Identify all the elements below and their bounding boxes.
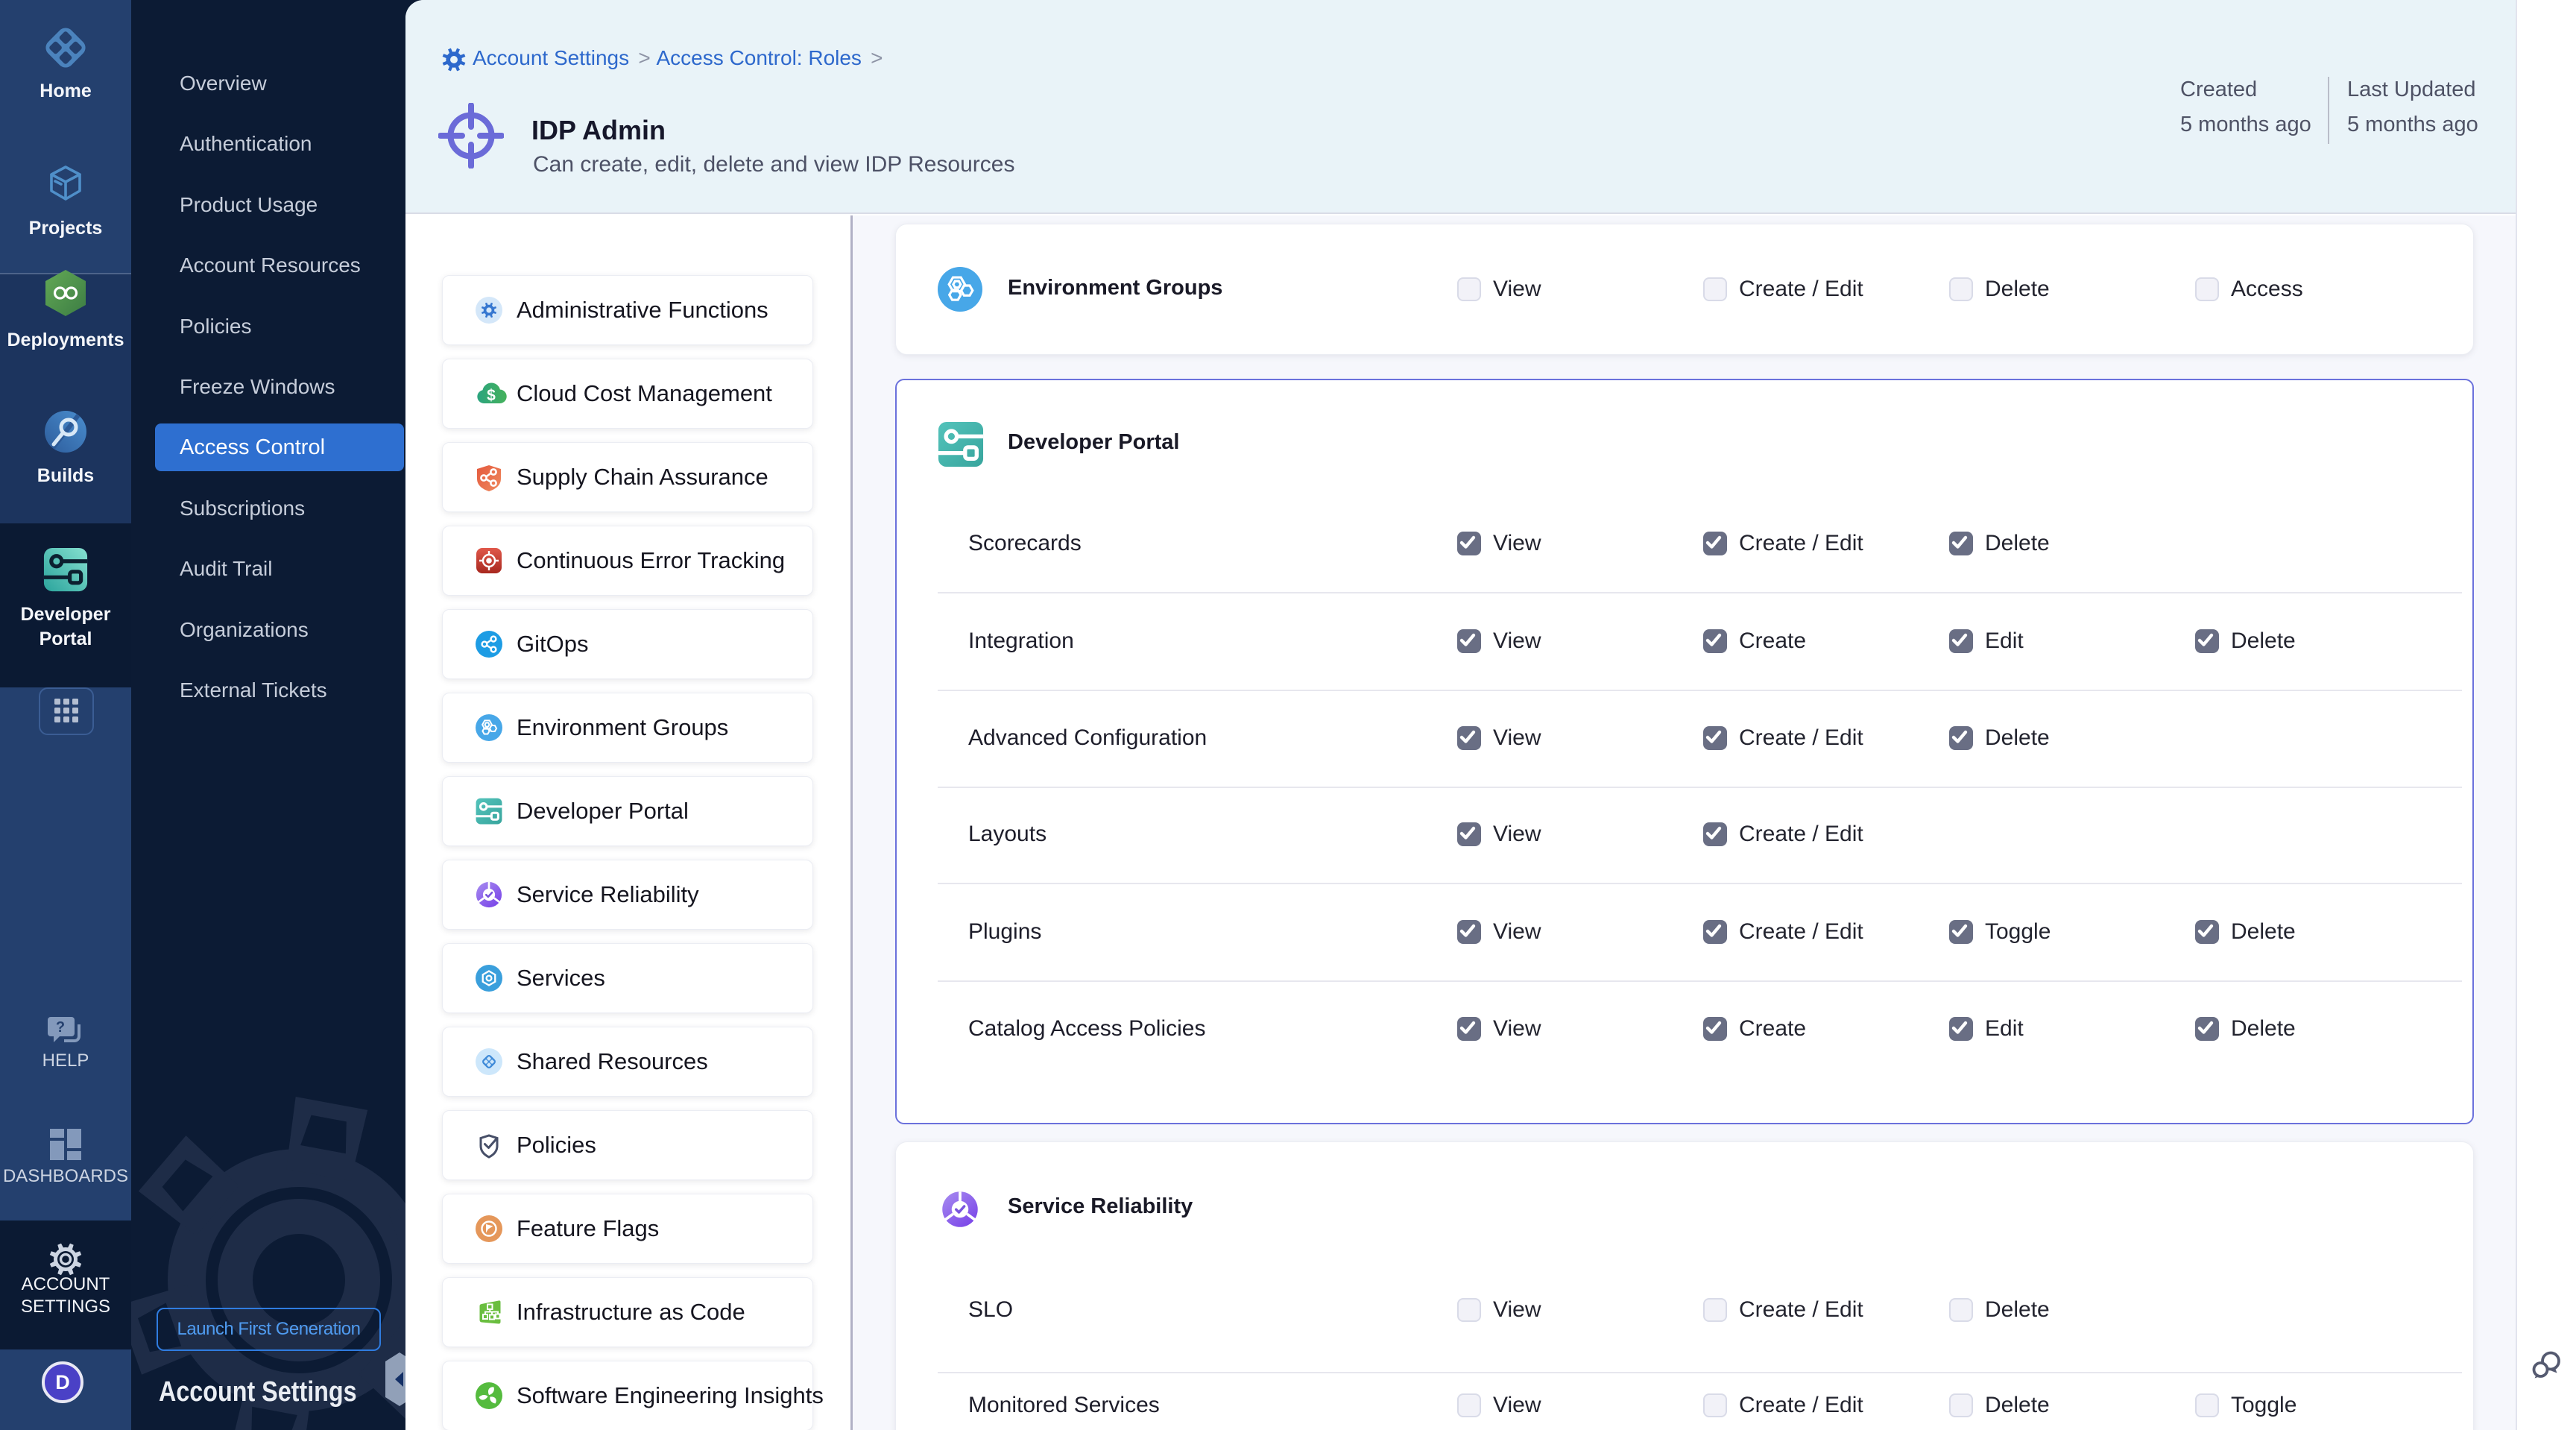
svg-text:$: $ [487, 387, 496, 404]
svg-text:?: ? [56, 1019, 65, 1036]
